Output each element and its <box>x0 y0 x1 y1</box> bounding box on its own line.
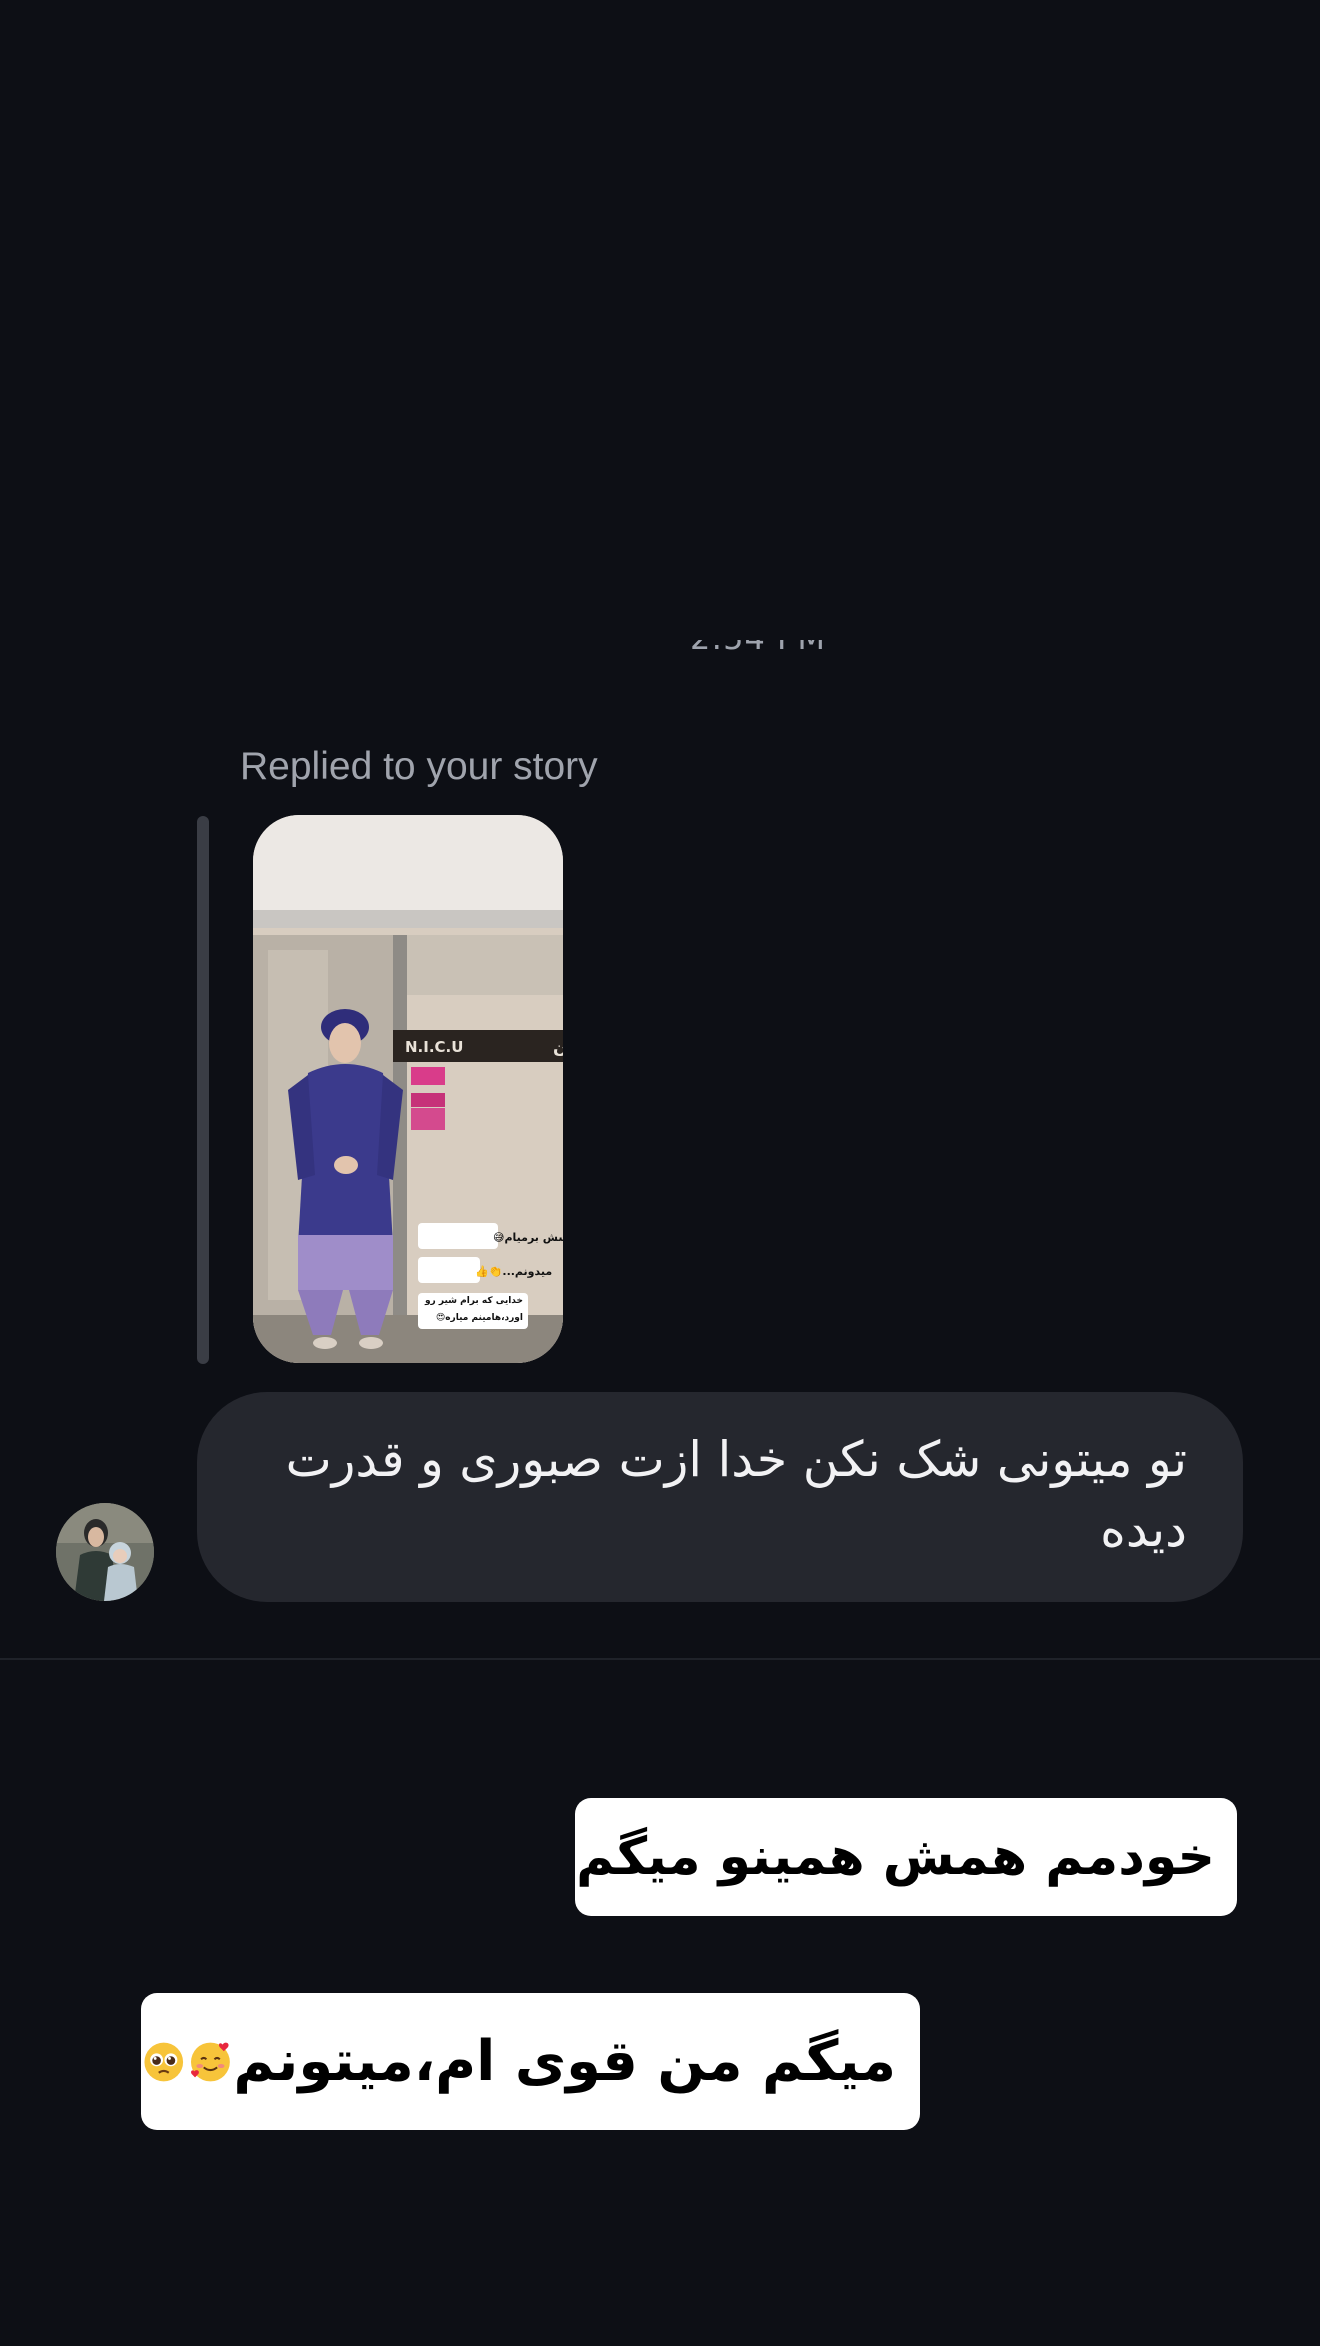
sign-persian-text: نوزادان <box>553 1038 563 1058</box>
message-text: تو میتونی شک نکن خدا ازت صبوری و قدرت دی… <box>285 1431 1187 1558</box>
story-sticker-2: میدونم...👏👍 <box>475 1265 552 1278</box>
caption-2-text: میگم من قوی ام،میتونم <box>233 2029 896 2094</box>
sign-latin-text: N.I.C.U <box>405 1038 463 1056</box>
avatar[interactable] <box>56 1503 154 1601</box>
story-image: N.I.C.U نوزادان من از پسش برمیام😅 میدونم… <box>253 815 563 1363</box>
message-bubble[interactable]: تو میتونی شک نکن خدا ازت صبوری و قدرت دی… <box>197 1392 1243 1602</box>
divider <box>0 1658 1320 1660</box>
story-thumbnail[interactable]: N.I.C.U نوزادان من از پسش برمیام😅 میدونم… <box>253 815 563 1363</box>
overlay-caption-1: خودمم همش همینو میگم <box>575 1798 1237 1916</box>
reply-quote-bar <box>197 816 209 1364</box>
story-sticker-1: من از پسش برمیام😅 <box>493 1231 563 1244</box>
pleading-face-icon <box>144 2042 184 2081</box>
avatar-photo-icon <box>56 1503 154 1601</box>
caption-1-text: خودمم همش همینو میگم <box>576 1827 1215 1887</box>
overlay-caption-2: میگم من قوی ام،میتونم <box>141 1993 920 2130</box>
story-sticker-3: خدایی که برام شیر رو اورد،هامینم میاره😍 <box>424 1296 523 1323</box>
message-timestamp: 2:54 PM <box>690 640 870 680</box>
smiling-face-with-hearts-icon <box>190 2042 230 2081</box>
replied-to-story-label: Replied to your story <box>240 745 598 788</box>
